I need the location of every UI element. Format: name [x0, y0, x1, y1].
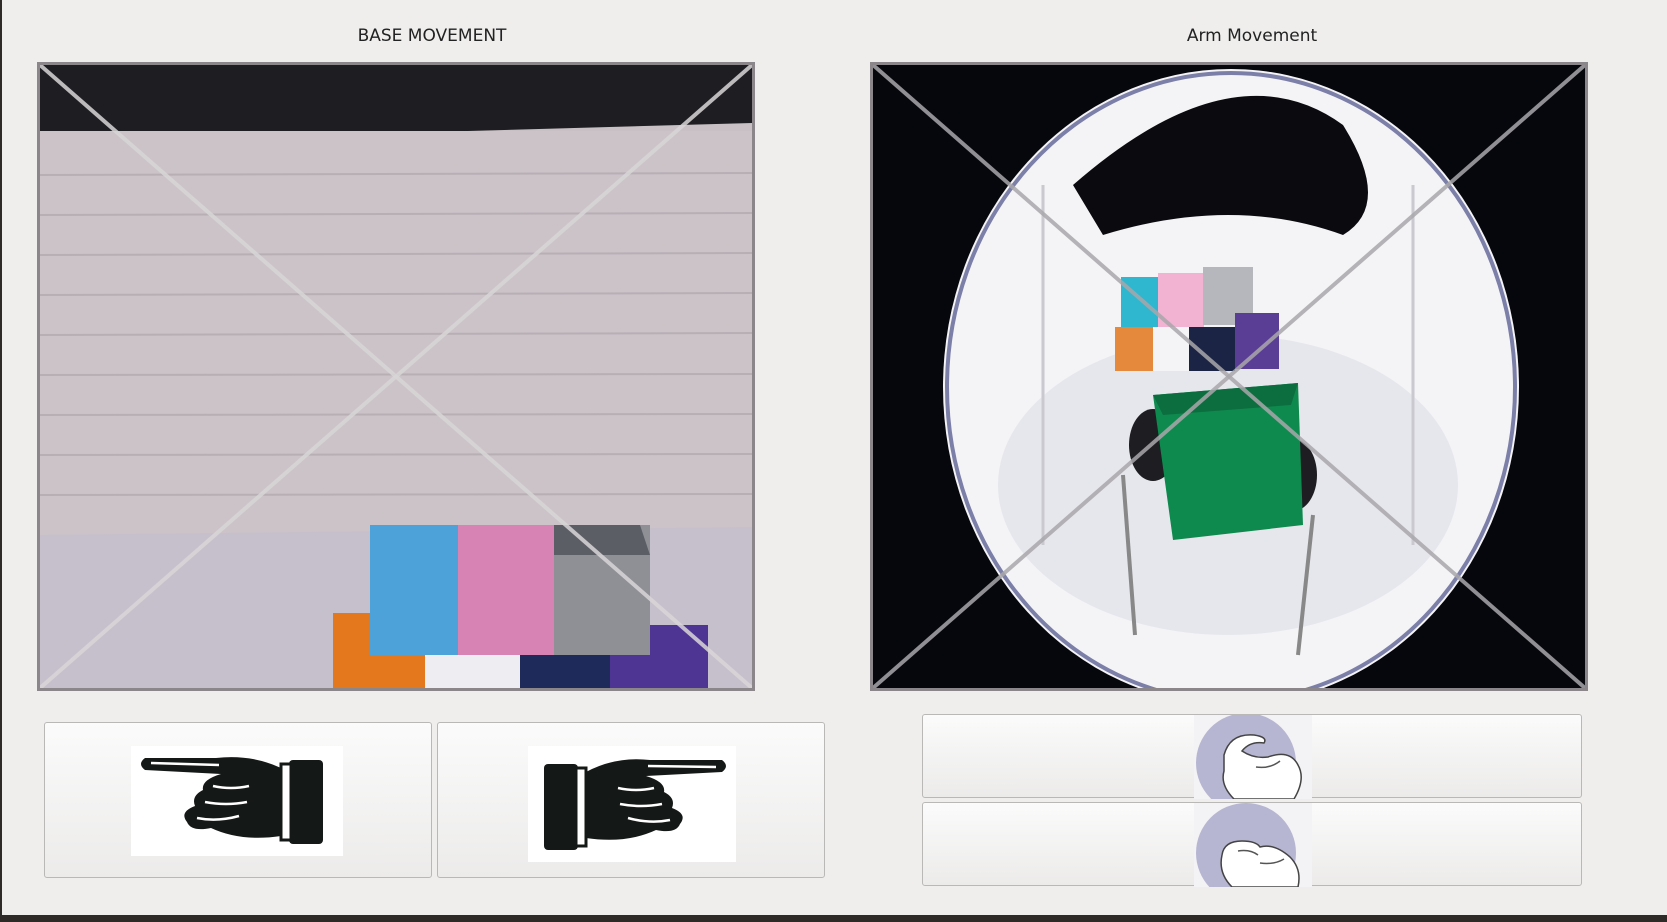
base-movement-title: BASE MOVEMENT: [357, 26, 507, 46]
move-left-button[interactable]: [44, 722, 432, 878]
hand-pointing-right-icon: [528, 746, 736, 862]
gripper-open-button[interactable]: [922, 714, 1582, 799]
hand-pinch-grip-icon: [1194, 803, 1312, 887]
move-right-button[interactable]: [437, 722, 825, 878]
window-bottom-edge: [0, 915, 1667, 922]
base-camera-feed: [37, 62, 755, 691]
hand-open-grip-icon: [1194, 715, 1312, 799]
hand-pointing-left-icon: [131, 746, 343, 856]
front-camera-image: [40, 65, 752, 688]
fisheye-camera-image: [873, 65, 1585, 688]
gripper-close-button[interactable]: [922, 802, 1582, 887]
app-window: BASE MOVEMENT Arm Movement: [2, 0, 1667, 915]
arm-movement-title: Arm Movement: [1186, 26, 1318, 46]
arm-camera-feed: [870, 62, 1588, 691]
